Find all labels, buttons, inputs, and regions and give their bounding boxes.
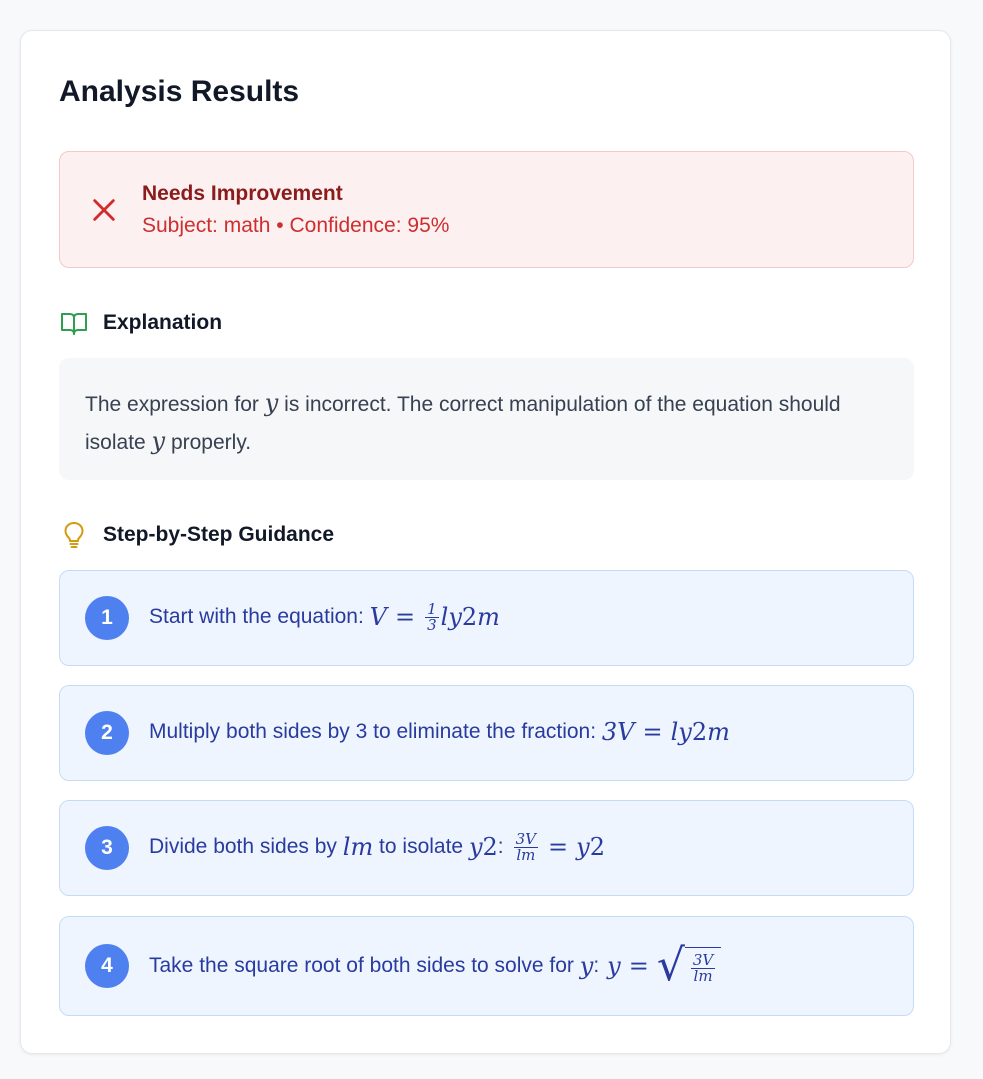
step-colon: : xyxy=(593,954,600,977)
step-description: Divide both sides by xyxy=(149,835,343,858)
fraction-denominator: 3 xyxy=(427,615,437,634)
math-equals: = xyxy=(628,952,649,980)
math-exponent: 2 xyxy=(482,833,498,861)
radicand: 3V lm xyxy=(684,947,722,989)
step-description: Multiply both sides by 3 to eliminate th… xyxy=(149,720,602,743)
math-lhs: y xyxy=(607,952,621,980)
close-x-icon xyxy=(93,199,115,221)
step-number-badge: 4 xyxy=(85,944,129,988)
math-equals: = xyxy=(394,603,416,631)
step-description: Take the square root of both sides to so… xyxy=(149,954,580,977)
step-text: Divide both sides by lm to isolate y2 : … xyxy=(149,827,605,867)
math-fraction: 1 3 xyxy=(425,601,439,634)
subject-value: math xyxy=(223,214,271,237)
math-lhs: 3V xyxy=(601,718,635,746)
math-exponent: 2 xyxy=(691,718,708,746)
step-text: Take the square root of both sides to so… xyxy=(149,939,722,993)
guidance-heading: Step-by-Step Guidance xyxy=(59,520,334,550)
guidance-step: 2 Multiply both sides by 3 to eliminate … xyxy=(59,685,914,781)
step-description: Start with the equation: xyxy=(149,605,370,628)
math-exponent: 2 xyxy=(461,603,478,631)
math-exponent: 2 xyxy=(589,833,605,861)
confidence-label: Confidence: xyxy=(289,214,402,237)
math-term: ly xyxy=(670,718,692,746)
math-rhs: y xyxy=(576,833,590,861)
math-var: y xyxy=(579,952,594,980)
math-equals: = xyxy=(548,833,569,861)
status-banner: Needs Improvement Subject: math • Confid… xyxy=(59,151,914,268)
status-title: Needs Improvement xyxy=(142,182,343,205)
fraction-denominator: lm xyxy=(516,845,536,864)
step-number-badge: 1 xyxy=(85,596,129,640)
math-var: y xyxy=(468,833,483,861)
meta-separator: • xyxy=(276,214,284,237)
math-square-root: √ 3V lm xyxy=(656,940,722,991)
explanation-var-2: y xyxy=(151,427,166,455)
confidence-value: 95% xyxy=(407,214,450,237)
analysis-results-card: Analysis Results Needs Improvement Subje… xyxy=(20,30,951,1054)
explanation-var-1: y xyxy=(264,389,279,417)
lightbulb-icon xyxy=(64,522,84,548)
step-colon: : xyxy=(497,835,504,858)
step-text: Start with the equation: V = 1 3 ly 2 m xyxy=(149,597,500,637)
explanation-text-1: The expression for xyxy=(85,393,265,416)
explanation-heading: Explanation xyxy=(59,308,222,338)
subject-label: Subject: xyxy=(142,214,218,237)
math-term: ly xyxy=(440,603,462,631)
math-var: lm xyxy=(342,833,374,861)
explanation-heading-label: Explanation xyxy=(103,311,223,334)
guidance-heading-label: Step-by-Step Guidance xyxy=(103,523,335,546)
explanation-text-3: properly. xyxy=(165,431,252,454)
step-description-2: to isolate xyxy=(373,835,469,858)
status-meta: Subject: math • Confidence: 95% xyxy=(142,214,449,238)
guidance-step: 1 Start with the equation: V = 1 3 ly 2 m xyxy=(59,570,914,666)
fraction-denominator: lm xyxy=(693,967,713,985)
math-equals: = xyxy=(642,718,663,746)
guidance-step: 3 Divide both sides by lm to isolate y2 … xyxy=(59,800,914,896)
page-title: Analysis Results xyxy=(59,75,300,108)
step-number-badge: 3 xyxy=(85,826,129,870)
book-open-icon xyxy=(61,313,87,335)
explanation-box: The expression for y is incorrect. The c… xyxy=(59,358,914,480)
step-number-badge: 2 xyxy=(85,711,129,755)
guidance-step: 4 Take the square root of both sides to … xyxy=(59,916,914,1016)
math-lhs: V xyxy=(369,603,387,631)
math-fraction: 3V lm xyxy=(513,831,539,864)
math-fraction: 3V lm xyxy=(690,953,716,985)
radical-sign: √ xyxy=(656,940,685,991)
math-tail: m xyxy=(477,603,500,631)
math-tail: m xyxy=(707,718,730,746)
step-text: Multiply both sides by 3 to eliminate th… xyxy=(149,712,730,752)
